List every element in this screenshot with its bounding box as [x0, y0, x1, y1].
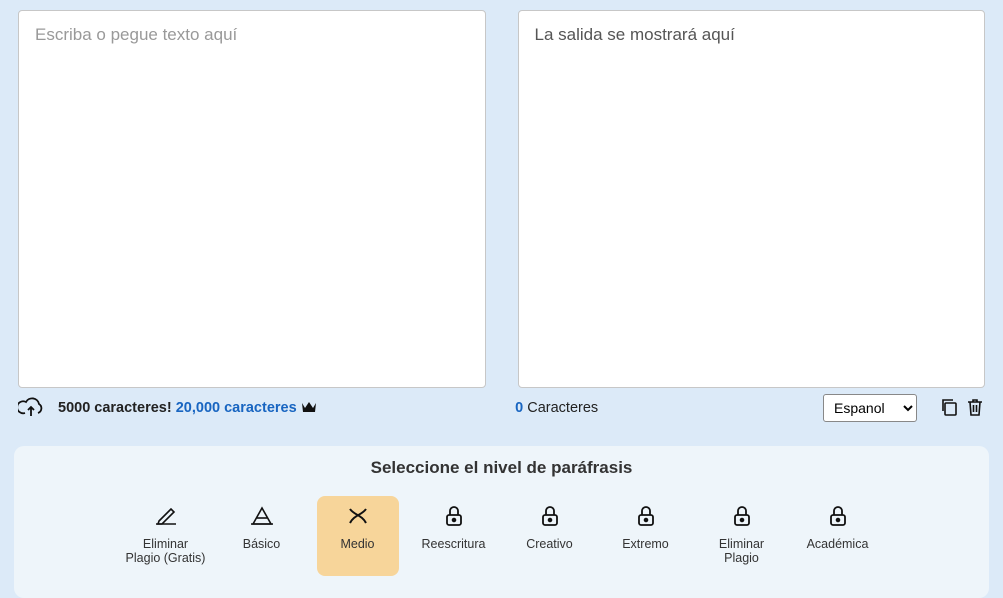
levels-row: Eliminar Plagio (Gratis) Básico Medio Reesc… [32, 496, 971, 576]
level-label: Eliminar Plagio [701, 537, 783, 566]
level-medio[interactable]: Medio [317, 496, 399, 576]
trash-icon[interactable] [965, 397, 985, 420]
level-label: Académica [807, 537, 869, 551]
basic-icon [249, 504, 275, 531]
level-label: Reescritura [422, 537, 486, 551]
char-counter: 0 Caracteres [515, 400, 598, 416]
pen-icon [153, 504, 179, 531]
copy-icon[interactable] [939, 397, 959, 420]
lock-icon [825, 504, 851, 531]
levels-title: Seleccione el nivel de paráfrasis [32, 458, 971, 478]
char-count-value: 0 [515, 400, 523, 416]
output-pane: La salida se mostrará aquí [518, 10, 986, 388]
level-eliminar-plagio-gratis[interactable]: Eliminar Plagio (Gratis) [125, 496, 207, 576]
level-reescritura[interactable]: Reescritura [413, 496, 495, 576]
lock-icon [441, 504, 467, 531]
char-count-label: Caracteres [527, 400, 598, 416]
input-textarea[interactable] [35, 25, 469, 373]
language-select[interactable]: Espanol [823, 394, 917, 422]
level-label: Eliminar Plagio (Gratis) [125, 537, 207, 566]
crown-icon [301, 400, 317, 416]
levels-panel: Seleccione el nivel de paráfrasis Elimin… [14, 446, 989, 598]
brush-icon [345, 504, 371, 531]
level-label: Medio [340, 537, 374, 551]
lock-icon [633, 504, 659, 531]
status-bar: 5000 caracteres! 20,000 caracteres 0 Car… [0, 388, 1003, 432]
level-extremo[interactable]: Extremo [605, 496, 687, 576]
input-pane [18, 10, 486, 388]
lock-icon [729, 504, 755, 531]
level-eliminar-plagio[interactable]: Eliminar Plagio [701, 496, 783, 576]
char-limit-text: 5000 caracteres! 20,000 caracteres [58, 400, 317, 416]
free-limit: 5000 caracteres! [58, 400, 172, 416]
level-creativo[interactable]: Creativo [509, 496, 591, 576]
level-academica[interactable]: Académica [797, 496, 879, 576]
upgrade-limit-link[interactable]: 20,000 caracteres [176, 400, 297, 416]
output-placeholder: La salida se mostrará aquí [535, 25, 969, 45]
lock-icon [537, 504, 563, 531]
level-label: Extremo [622, 537, 669, 551]
upload-cloud-icon[interactable] [18, 396, 44, 421]
level-label: Básico [243, 537, 281, 551]
level-label: Creativo [526, 537, 573, 551]
level-basico[interactable]: Básico [221, 496, 303, 576]
